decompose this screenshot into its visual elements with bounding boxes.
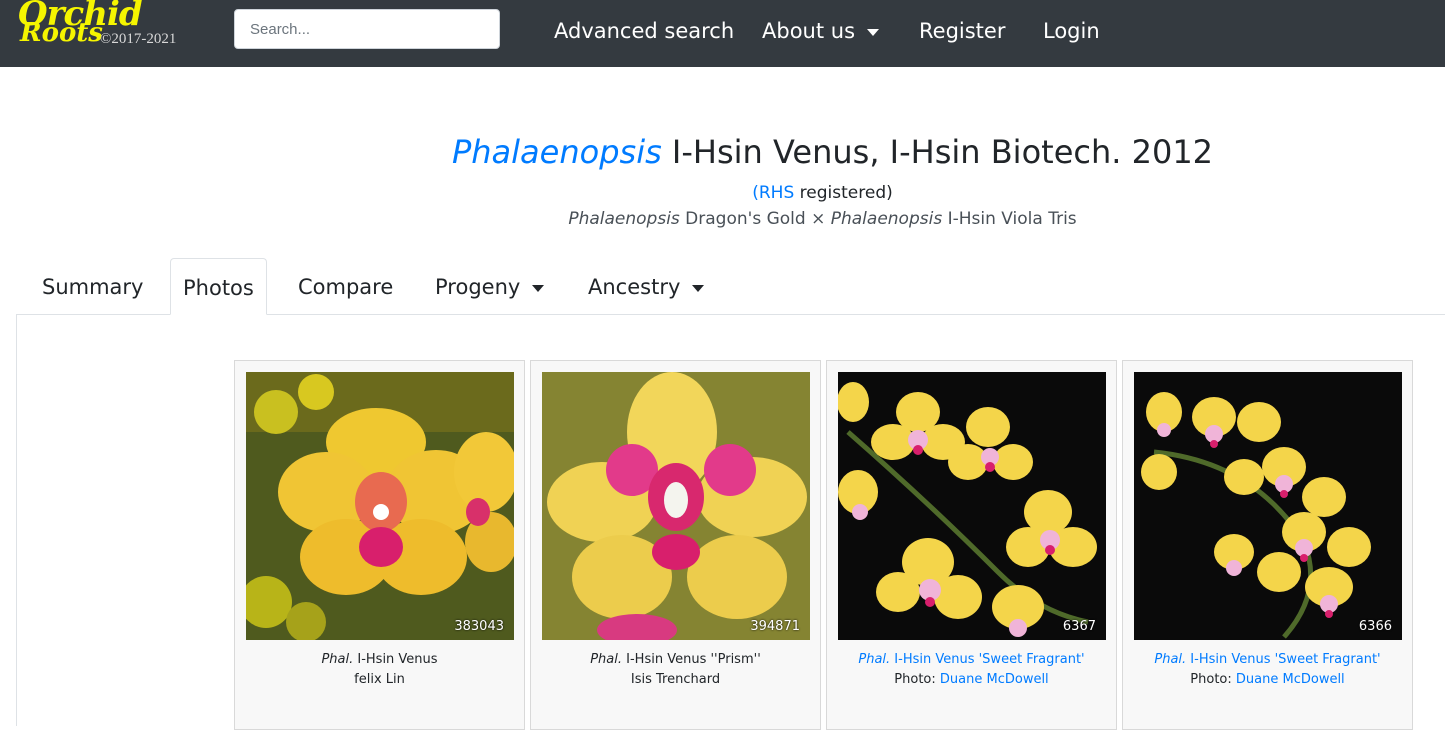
nav-register[interactable]: Register [919,16,1005,46]
search-input[interactable] [234,9,500,49]
photo-card[interactable]: 383043 Phal. I-Hsin Venus felix Lin [234,360,525,730]
registration-status: (RHS registered) [0,182,1445,204]
rhs-open-paren: ( [752,183,759,203]
chevron-down-icon [867,28,880,36]
parent2-genus: Phalaenopsis [830,209,943,229]
photographer-link[interactable]: Duane McDowell [1236,672,1345,687]
genus-abbr: Phal. [321,652,354,667]
photo-name: I-Hsin Venus [353,652,438,667]
credit-label: Photo: [894,672,940,687]
orchid-photo[interactable]: 394871 [542,372,810,640]
parent1-genus: Phalaenopsis [568,209,680,229]
nav-about-us-dropdown[interactable]: About us [762,16,880,46]
orchid-photo[interactable]: 6367 [838,372,1106,640]
rhs-link[interactable]: (RHS [752,183,794,203]
photo-name-link[interactable]: Phal. I-Hsin Venus 'Sweet Fragrant' [858,652,1084,667]
genus-abbr: Phal. [1154,652,1187,667]
tab-progeny-label: Progeny [435,275,521,299]
photo-card[interactable]: 6366 Phal. I-Hsin Venus 'Sweet Fragrant'… [1122,360,1413,730]
rhs-link-label: RHS [758,183,795,203]
registration-text: registered) [794,183,893,203]
photo-caption: Phal. I-Hsin Venus [235,651,524,669]
tab-compare[interactable]: Compare [286,258,405,314]
title-name: I-Hsin Venus, I-Hsin Biotech. 2012 [671,133,1214,171]
tab-progeny[interactable]: Progeny [423,258,556,314]
nav-about-us-label: About us [762,19,856,43]
photo-card[interactable]: 394871 Phal. I-Hsin Venus ''Prism'' Isis… [530,360,821,730]
nav-advanced-search[interactable]: Advanced search [554,16,734,46]
photo-credit: felix Lin [354,672,405,687]
photo-id: 383043 [454,619,504,634]
tab-photos[interactable]: Photos [170,258,267,315]
photo-credit: Photo: Duane McDowell [827,671,1116,689]
logo-copyright: ©2017-2021 [100,31,177,47]
site-logo[interactable]: Orchid Roots ©2017-2021 [16,0,191,52]
photo-id: 6366 [1358,619,1392,634]
photo-caption: Phal. I-Hsin Venus ''Prism'' [531,651,820,669]
genus-link[interactable]: Phalaenopsis [452,133,662,171]
top-navbar: Orchid Roots ©2017-2021 Advanced search … [0,0,1445,67]
chevron-down-icon [532,284,545,292]
genus-abbr: Phal. [858,652,891,667]
photo-name: I-Hsin Venus 'Sweet Fragrant' [890,652,1085,667]
photo-name: I-Hsin Venus 'Sweet Fragrant' [1186,652,1381,667]
tab-bar: Summary Photos Compare Progeny Ancestry [16,258,1445,315]
photo-id: 6367 [1062,619,1096,634]
photo-credit: Photo: Duane McDowell [1123,671,1412,689]
parentage: Phalaenopsis Dragon's Gold × Phalaenopsi… [0,208,1445,230]
parent1-name: Dragon's Gold × [679,209,831,229]
tab-ancestry[interactable]: Ancestry [576,258,716,314]
orchid-photo[interactable]: 383043 [246,372,514,640]
photo-caption: Phal. I-Hsin Venus 'Sweet Fragrant' [827,651,1116,669]
tab-summary[interactable]: Summary [30,258,155,314]
logo-text-bottom: Roots [20,18,103,48]
credit-label: Photo: [1190,672,1236,687]
page-title: Phalaenopsis I-Hsin Venus, I-Hsin Biotec… [0,130,1445,174]
orchid-photo[interactable]: 6366 [1134,372,1402,640]
photo-name: I-Hsin Venus ''Prism'' [622,652,761,667]
photo-card[interactable]: 6367 Phal. I-Hsin Venus 'Sweet Fragrant'… [826,360,1117,730]
parent2-name: I-Hsin Viola Tris [942,209,1077,229]
photo-credit: Isis Trenchard [630,672,721,687]
chevron-down-icon [692,284,705,292]
tab-ancestry-label: Ancestry [588,275,681,299]
photo-caption: Phal. I-Hsin Venus 'Sweet Fragrant' [1123,651,1412,669]
genus-abbr: Phal. [590,652,623,667]
photo-id: 394871 [750,619,800,634]
nav-login[interactable]: Login [1043,16,1100,46]
photographer-link[interactable]: Duane McDowell [940,672,1049,687]
photo-name-link[interactable]: Phal. I-Hsin Venus 'Sweet Fragrant' [1154,652,1380,667]
